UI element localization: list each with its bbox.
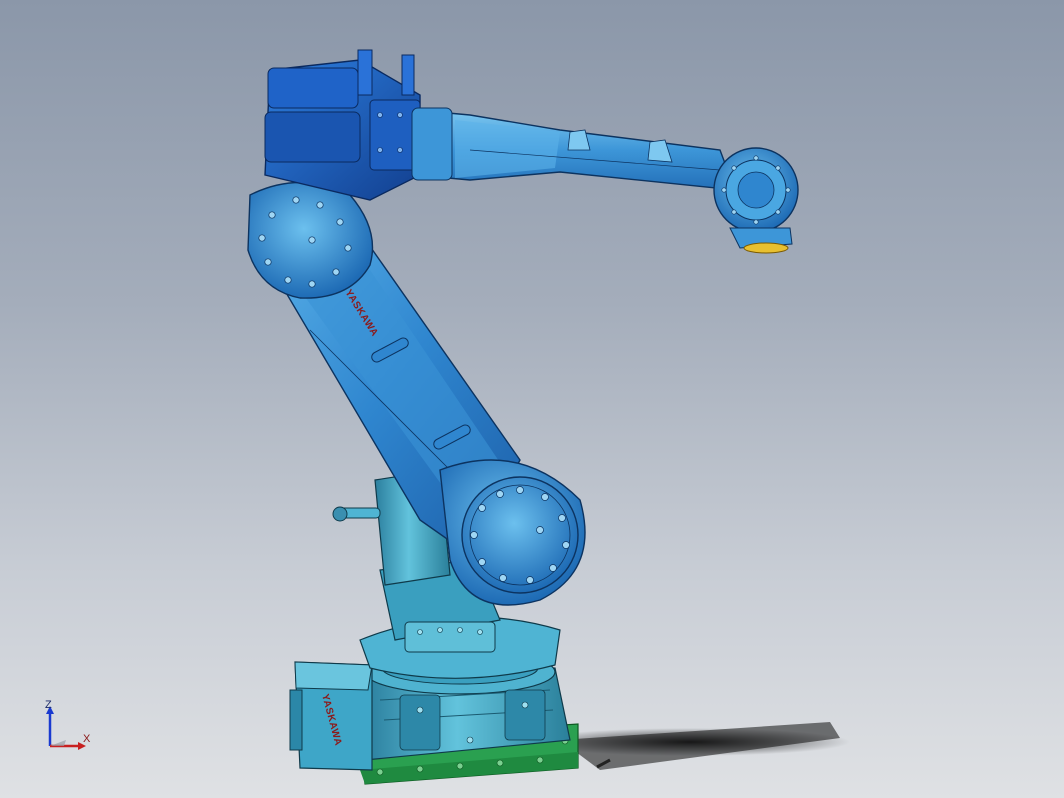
base-motor[interactable]: YASKAWA [289,661,373,771]
coordinate-triad: Z X [40,700,96,756]
triad-z-label: Z [45,699,52,711]
wrist-flange[interactable] [713,147,799,254]
graphics-viewport[interactable]: YASKAWA YASKAWA Z X [0,0,1064,798]
upper-joint[interactable] [247,181,374,299]
forearm[interactable] [411,107,737,191]
robot-model-view[interactable]: YASKAWA YASKAWA [0,0,1064,798]
lower-joint[interactable] [439,459,586,606]
side-knob[interactable] [332,506,381,522]
tool-flange-ring [743,242,789,254]
upper-motors[interactable] [264,49,421,201]
triad-x-label: X [83,733,91,745]
